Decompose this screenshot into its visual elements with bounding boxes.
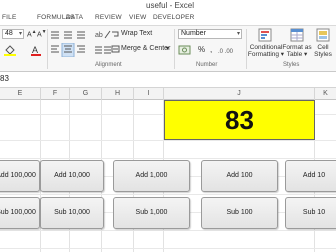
- sub-100-button[interactable]: Sub 100: [201, 197, 278, 229]
- add-1000-button[interactable]: Add 1,000: [113, 160, 190, 192]
- cell-styles-label-2: Styles: [314, 51, 332, 58]
- wrap-text-icon: [111, 30, 120, 40]
- chevron-down-icon: ▾: [236, 31, 240, 37]
- alignment-group-label: Alignment: [95, 62, 122, 68]
- tab-file[interactable]: FILE: [2, 14, 17, 21]
- column-header-h[interactable]: H: [102, 88, 134, 100]
- svg-text:ab: ab: [95, 32, 103, 39]
- sub-1000-button[interactable]: Sub 1,000: [113, 197, 190, 229]
- cell-styles-button[interactable]: Cell Styles: [312, 44, 334, 58]
- accounting-format-icon[interactable]: [178, 44, 194, 58]
- add-10-button[interactable]: Add 10: [285, 160, 336, 192]
- conditional-formatting-icon[interactable]: [258, 28, 272, 44]
- add-10000-button[interactable]: Add 10,000: [40, 160, 104, 192]
- tab-developer[interactable]: DEVELOPER: [153, 14, 195, 21]
- name-box[interactable]: 83: [0, 74, 9, 83]
- tab-view[interactable]: VIEW: [129, 14, 146, 21]
- column-header-i[interactable]: I: [134, 88, 164, 100]
- grid-line: [0, 230, 336, 231]
- separator: [47, 29, 48, 69]
- merge-center-icon: [111, 45, 120, 55]
- format-as-table-label-2: Table: [286, 51, 303, 58]
- formula-bar-row: 83: [0, 72, 336, 88]
- number-group-label: Number: [196, 62, 218, 68]
- conditional-formatting-label-2: Formatting: [247, 51, 279, 58]
- conditional-formatting-label-1: Conditional: [249, 44, 283, 51]
- comma-style-button[interactable]: ,: [210, 45, 212, 54]
- format-as-table-icon[interactable]: [290, 28, 304, 44]
- fill-color-icon[interactable]: [3, 44, 19, 58]
- title-bar: useful - Excel: [0, 0, 336, 13]
- sub-10-button[interactable]: Sub 10: [285, 197, 336, 229]
- ribbon-tab-bar: FILE FORMULAS DATA REVIEW VIEW DEVELOPER: [0, 13, 336, 25]
- align-top-icon[interactable]: [50, 30, 88, 42]
- add-100-button[interactable]: Add 100: [201, 160, 278, 192]
- svg-text:A: A: [32, 45, 38, 55]
- wrap-text-button[interactable]: Wrap Text: [121, 30, 152, 37]
- chevron-down-icon[interactable]: ▾: [166, 45, 169, 52]
- sub-100000-button[interactable]: Sub 100,000: [0, 197, 40, 229]
- percent-style-button[interactable]: %: [198, 45, 205, 54]
- sub-10000-button[interactable]: Sub 10,000: [40, 197, 104, 229]
- grow-font-icon[interactable]: A▲: [27, 29, 37, 38]
- chevron-down-icon: ▾: [18, 31, 22, 37]
- decimal-icon[interactable]: .0 .00: [218, 45, 242, 57]
- font-color-icon[interactable]: A: [30, 44, 44, 58]
- svg-text:.0 .00: .0 .00: [218, 49, 234, 55]
- column-headers: E F G H I J K: [0, 88, 336, 100]
- font-size-dropdown[interactable]: 48 ▾: [2, 29, 24, 39]
- number-format-value: Number: [181, 30, 206, 37]
- tab-data[interactable]: DATA: [66, 14, 83, 21]
- column-header-g[interactable]: G: [70, 88, 102, 100]
- window-title: useful - Excel: [146, 1, 195, 10]
- grid-line: [0, 194, 336, 195]
- grid-line: [0, 248, 336, 249]
- number-format-dropdown[interactable]: Number ▾: [178, 29, 242, 39]
- column-header-k[interactable]: K: [315, 88, 336, 100]
- font-size-value: 48: [5, 30, 13, 37]
- format-as-table-button[interactable]: Format as Table ▾: [280, 44, 314, 58]
- orientation-icon[interactable]: ab: [94, 29, 112, 41]
- column-header-e[interactable]: E: [0, 88, 41, 100]
- format-as-table-label-1: Format as: [282, 44, 312, 51]
- shrink-font-icon[interactable]: A▼: [37, 29, 47, 38]
- grid-line: [0, 158, 336, 159]
- column-header-f[interactable]: F: [41, 88, 70, 100]
- tab-review[interactable]: REVIEW: [95, 14, 122, 21]
- styles-group-label: Styles: [283, 62, 300, 68]
- merge-center-button[interactable]: Merge & Center: [121, 45, 170, 52]
- indent-icon[interactable]: [94, 45, 112, 57]
- grid-line: [0, 140, 336, 141]
- add-100000-button[interactable]: Add 100,000: [0, 160, 40, 192]
- align-left-icon[interactable]: [50, 42, 96, 59]
- column-header-j[interactable]: J: [164, 88, 315, 100]
- separator: [174, 29, 175, 69]
- active-value-cell[interactable]: 83: [164, 100, 315, 140]
- cell-styles-icon[interactable]: [316, 28, 330, 44]
- cell-styles-label-1: Cell: [317, 44, 329, 51]
- ribbon: 48 ▾ A▲ A▼ A ab Wrap Text Merge & Center…: [0, 25, 336, 72]
